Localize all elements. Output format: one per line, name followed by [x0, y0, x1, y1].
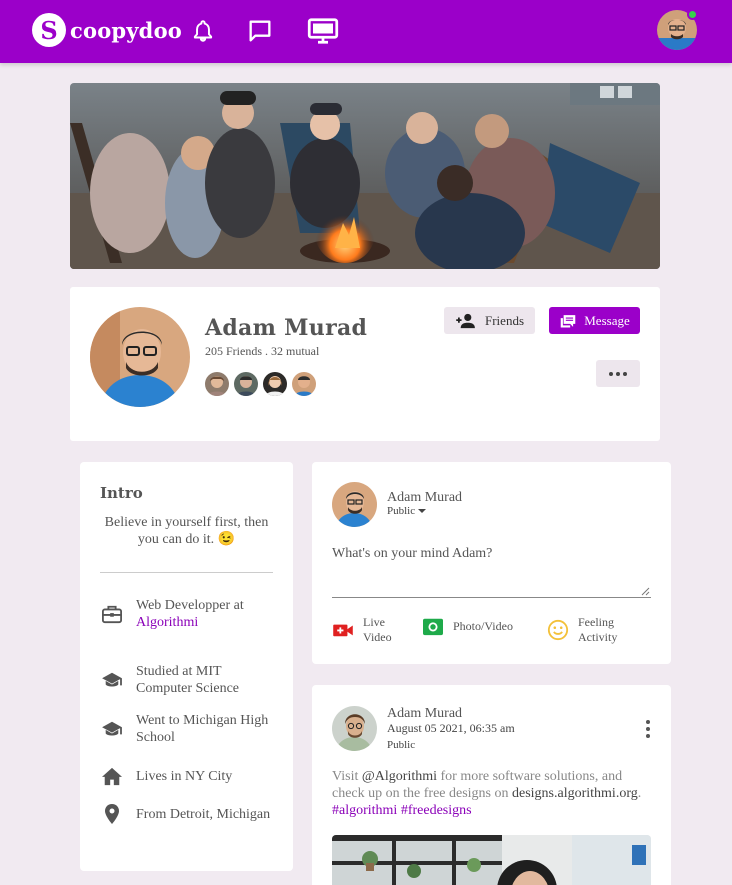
- logo-badge: S: [32, 13, 66, 47]
- intro-card: Intro Believe in yourself first, then yo…: [80, 462, 293, 871]
- intro-bio: Believe in yourself first, then you can …: [104, 515, 269, 547]
- privacy-selector[interactable]: Public: [387, 505, 426, 517]
- message-icon: [560, 314, 576, 328]
- mutual-friend-avatar[interactable]: [292, 372, 316, 396]
- photo-video-button[interactable]: Photo/Video: [422, 615, 513, 637]
- bell-icon[interactable]: [188, 16, 218, 46]
- graduation-cap-icon: [100, 717, 124, 741]
- post-author-name[interactable]: Adam Murad: [387, 706, 462, 722]
- live-video-icon: [332, 619, 354, 641]
- feeling-activity-button[interactable]: Feeling Activity: [547, 615, 628, 645]
- friends-button-label: Friends: [485, 312, 524, 328]
- site-link[interactable]: designs.algorithmi.org: [512, 786, 638, 801]
- location-pin-icon: [100, 802, 124, 826]
- divider: [100, 572, 273, 573]
- post-options-icon[interactable]: [643, 720, 653, 738]
- intro-item-university: Studied at MIT Computer Science: [100, 663, 276, 697]
- mutual-friend-avatar[interactable]: [234, 372, 258, 396]
- intro-item-text: Went to Michigan High School: [136, 713, 269, 745]
- chat-icon[interactable]: [245, 16, 275, 46]
- message-button[interactable]: Message: [549, 307, 640, 334]
- mutual-friends-list: [205, 372, 316, 396]
- photo-icon: [422, 615, 444, 637]
- intro-item-text: Web Developper at Algorithmi: [136, 598, 244, 630]
- live-video-button[interactable]: Live Video: [332, 615, 403, 645]
- message-button-label: Message: [584, 312, 630, 328]
- intro-item-school: Went to Michigan High School: [100, 712, 276, 746]
- hashtag-link[interactable]: #freedesigns: [401, 803, 472, 818]
- mention-link[interactable]: @Algorithmi: [362, 769, 437, 784]
- briefcase-icon: [100, 602, 124, 626]
- post-author-avatar[interactable]: [332, 706, 377, 751]
- post-text: Visit @Algorithmi for more software solu…: [332, 769, 642, 818]
- intro-item-text: Studied at MIT Computer Science: [136, 664, 240, 696]
- more-options-button[interactable]: [596, 360, 640, 387]
- post-timestamp: August 05 2021, 06:35 am: [387, 721, 515, 735]
- intro-item-residence: Lives in NY City: [100, 764, 276, 788]
- intro-item-work: Web Developper at Algorithmi: [100, 597, 276, 631]
- profile-name: Adam Murad: [205, 315, 368, 341]
- caret-down-icon: [417, 509, 426, 513]
- profile-avatar[interactable]: [90, 307, 190, 407]
- graduation-cap-icon: [100, 668, 124, 692]
- post-image[interactable]: [332, 835, 651, 885]
- friends-button[interactable]: Friends: [444, 307, 535, 334]
- monitor-icon[interactable]: [306, 16, 340, 46]
- friends-count: 205 Friends . 32 mutual: [205, 344, 320, 358]
- intro-item-text: From Detroit, Michigan: [136, 806, 271, 822]
- intro-item-text: Lives in NY City: [136, 768, 233, 784]
- add-friend-icon: [456, 313, 475, 328]
- composer-avatar: [332, 482, 377, 527]
- smiley-icon: [547, 619, 569, 641]
- logo-text: coopydoo: [70, 17, 182, 43]
- post-privacy: Public: [387, 739, 416, 751]
- resize-handle-icon[interactable]: [640, 586, 650, 596]
- company-link[interactable]: Algorithmi: [136, 615, 198, 630]
- post-card: Adam Murad August 05 2021, 06:35 am Publ…: [312, 685, 671, 885]
- composer-name: Adam Murad: [387, 490, 463, 505]
- hashtag-link[interactable]: #algorithmi: [332, 803, 397, 818]
- mutual-friend-avatar[interactable]: [263, 372, 287, 396]
- logo[interactable]: S coopydoo: [32, 13, 182, 47]
- intro-item-hometown: From Detroit, Michigan: [100, 802, 276, 826]
- top-navbar: S coopydoo: [0, 0, 732, 63]
- cover-photo: [70, 83, 660, 269]
- post-composer: Adam Murad Public Live Video Photo/Video…: [312, 462, 671, 664]
- profile-card: Adam Murad 205 Friends . 32 mutual Frien…: [70, 287, 660, 441]
- mutual-friend-avatar[interactable]: [205, 372, 229, 396]
- home-icon: [100, 764, 124, 788]
- online-status-dot: [687, 9, 698, 20]
- intro-title: Intro: [100, 484, 143, 502]
- post-text-input[interactable]: [332, 540, 651, 598]
